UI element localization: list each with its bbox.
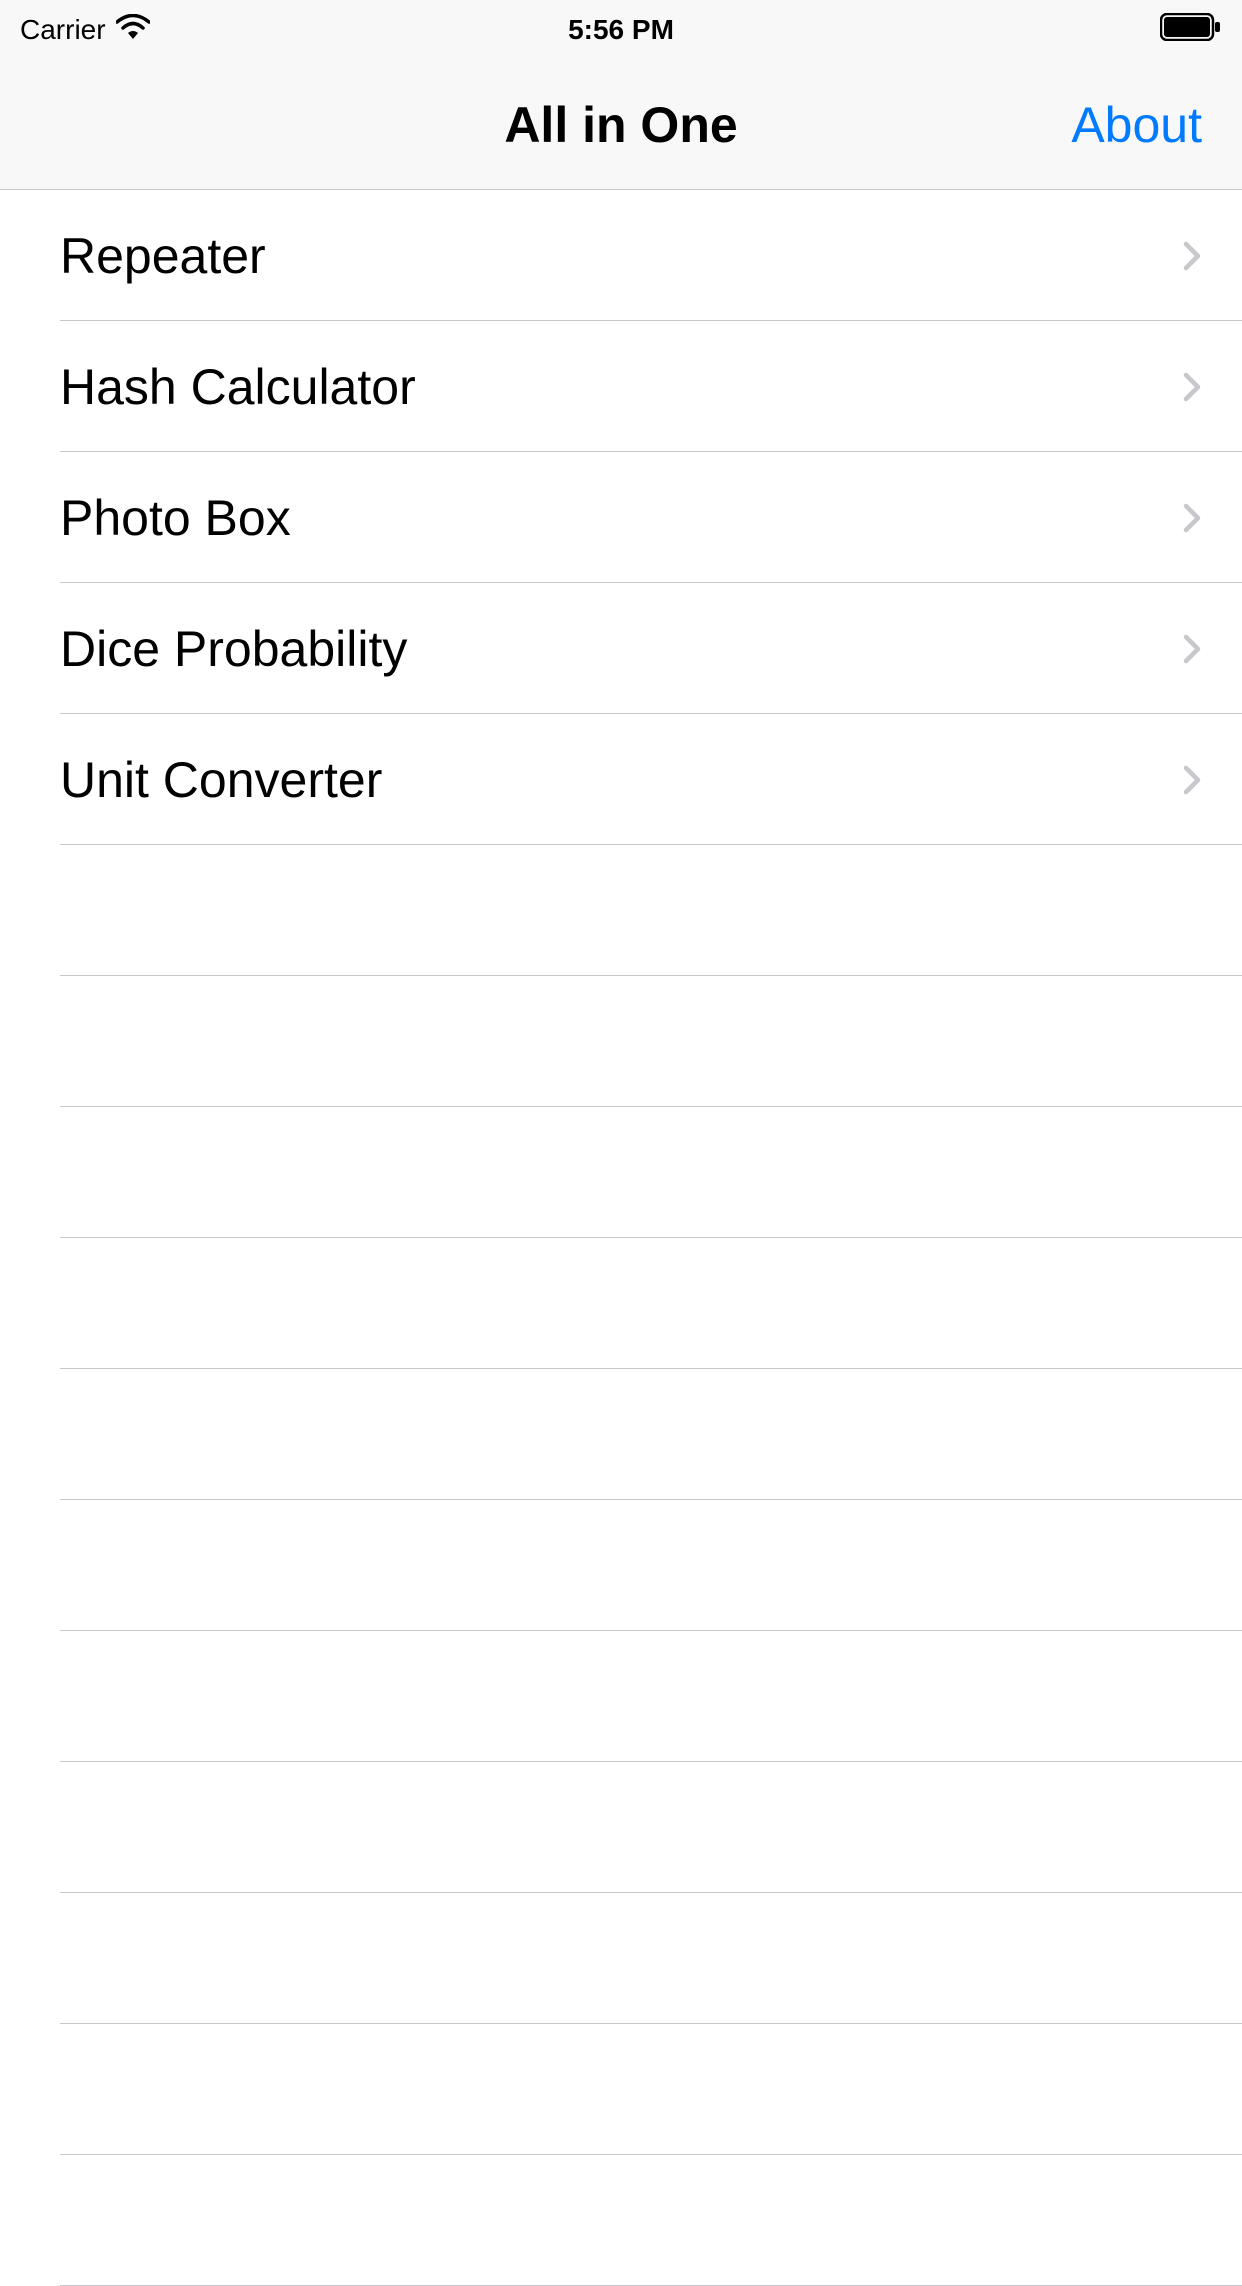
status-time: 5:56 PM [568,14,674,46]
empty-row [0,1369,1242,1500]
status-bar: Carrier 5:56 PM [0,0,1242,60]
carrier-label: Carrier [20,14,106,46]
empty-row [0,1238,1242,1369]
main-list: Repeater Hash Calculator Photo Box Dice … [0,190,1242,2286]
page-title: All in One [504,96,737,154]
empty-row [0,2155,1242,2286]
battery-icon [1160,13,1222,48]
list-item-label: Repeater [60,227,266,285]
wifi-icon [116,14,150,47]
empty-row [0,845,1242,976]
list-item-photo-box[interactable]: Photo Box [0,452,1242,583]
list-item-label: Unit Converter [60,751,382,809]
status-right [1160,13,1222,48]
empty-row [0,1893,1242,2024]
about-button[interactable]: About [1071,96,1202,154]
empty-row [0,976,1242,1107]
list-item-label: Photo Box [60,489,291,547]
nav-bar: All in One About [0,60,1242,190]
list-item-label: Hash Calculator [60,358,416,416]
list-item-label: Dice Probability [60,620,407,678]
chevron-right-icon [1177,372,1207,402]
empty-row [0,1107,1242,1238]
empty-row [0,1762,1242,1893]
list-item-hash-calculator[interactable]: Hash Calculator [0,321,1242,452]
chevron-right-icon [1177,241,1207,271]
status-left: Carrier [20,14,150,47]
list-item-repeater[interactable]: Repeater [0,190,1242,321]
chevron-right-icon [1177,765,1207,795]
chevron-right-icon [1177,634,1207,664]
empty-row [0,1500,1242,1631]
empty-row [0,1631,1242,1762]
list-item-dice-probability[interactable]: Dice Probability [0,583,1242,714]
empty-row [0,2024,1242,2155]
chevron-right-icon [1177,503,1207,533]
list-item-unit-converter[interactable]: Unit Converter [0,714,1242,845]
